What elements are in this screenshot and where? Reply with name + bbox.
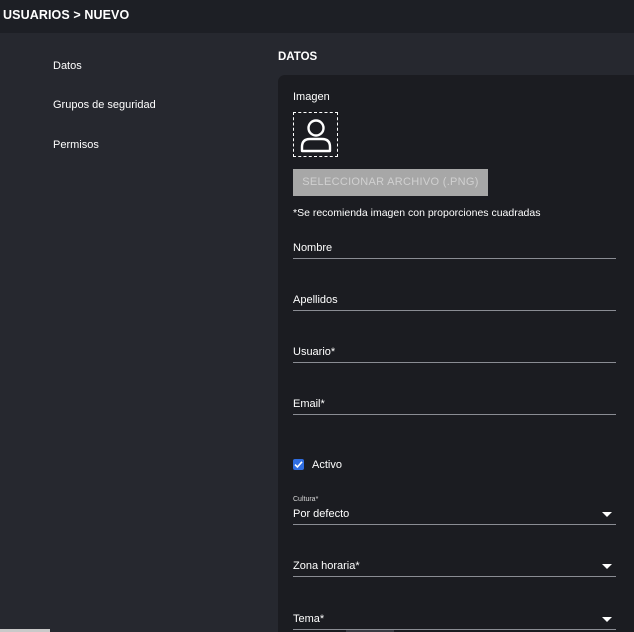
- activo-label: Activo: [312, 459, 342, 471]
- breadcrumb: USUARIOS > NUEVO: [3, 8, 130, 22]
- section-title: DATOS: [278, 51, 318, 63]
- select-file-button[interactable]: SELECCIONAR ARCHIVO (.PNG): [293, 169, 488, 196]
- top-bar: USUARIOS > NUEVO: [0, 0, 634, 33]
- email-label: Email*: [293, 398, 325, 410]
- usuario-field[interactable]: Usuario*: [293, 344, 616, 363]
- usuario-label: Usuario*: [293, 346, 336, 358]
- zona-horaria-select[interactable]: Zona horaria*: [293, 558, 616, 577]
- zona-horaria-label: Zona horaria*: [293, 560, 360, 572]
- tema-select[interactable]: Tema*: [293, 611, 616, 630]
- email-field[interactable]: Email*: [293, 396, 616, 415]
- image-label: Imagen: [293, 91, 330, 103]
- cultura-label: Cultura*: [293, 496, 319, 503]
- image-upload-area[interactable]: [293, 112, 338, 157]
- cultura-value: Por defecto: [293, 508, 350, 520]
- nombre-label: Nombre: [293, 242, 333, 254]
- sidebar-item-datos[interactable]: Datos: [53, 60, 82, 72]
- user-icon: [300, 119, 332, 153]
- sidebar-item-grupos-de-seguridad[interactable]: Grupos de seguridad: [53, 99, 156, 111]
- image-hint: *Se recomienda imagen con proporciones c…: [293, 207, 541, 219]
- dropdown-arrow-icon: [602, 564, 612, 569]
- tema-label: Tema*: [293, 613, 325, 625]
- sidebar-item-permisos[interactable]: Permisos: [53, 139, 99, 151]
- nombre-field[interactable]: Nombre: [293, 240, 616, 259]
- check-icon: [294, 461, 303, 469]
- dropdown-arrow-icon: [602, 512, 612, 517]
- apellidos-field[interactable]: Apellidos: [293, 292, 616, 311]
- cultura-select[interactable]: Por defecto: [293, 506, 616, 525]
- dropdown-arrow-icon: [602, 617, 612, 622]
- activo-checkbox[interactable]: [293, 459, 304, 470]
- apellidos-label: Apellidos: [293, 294, 338, 306]
